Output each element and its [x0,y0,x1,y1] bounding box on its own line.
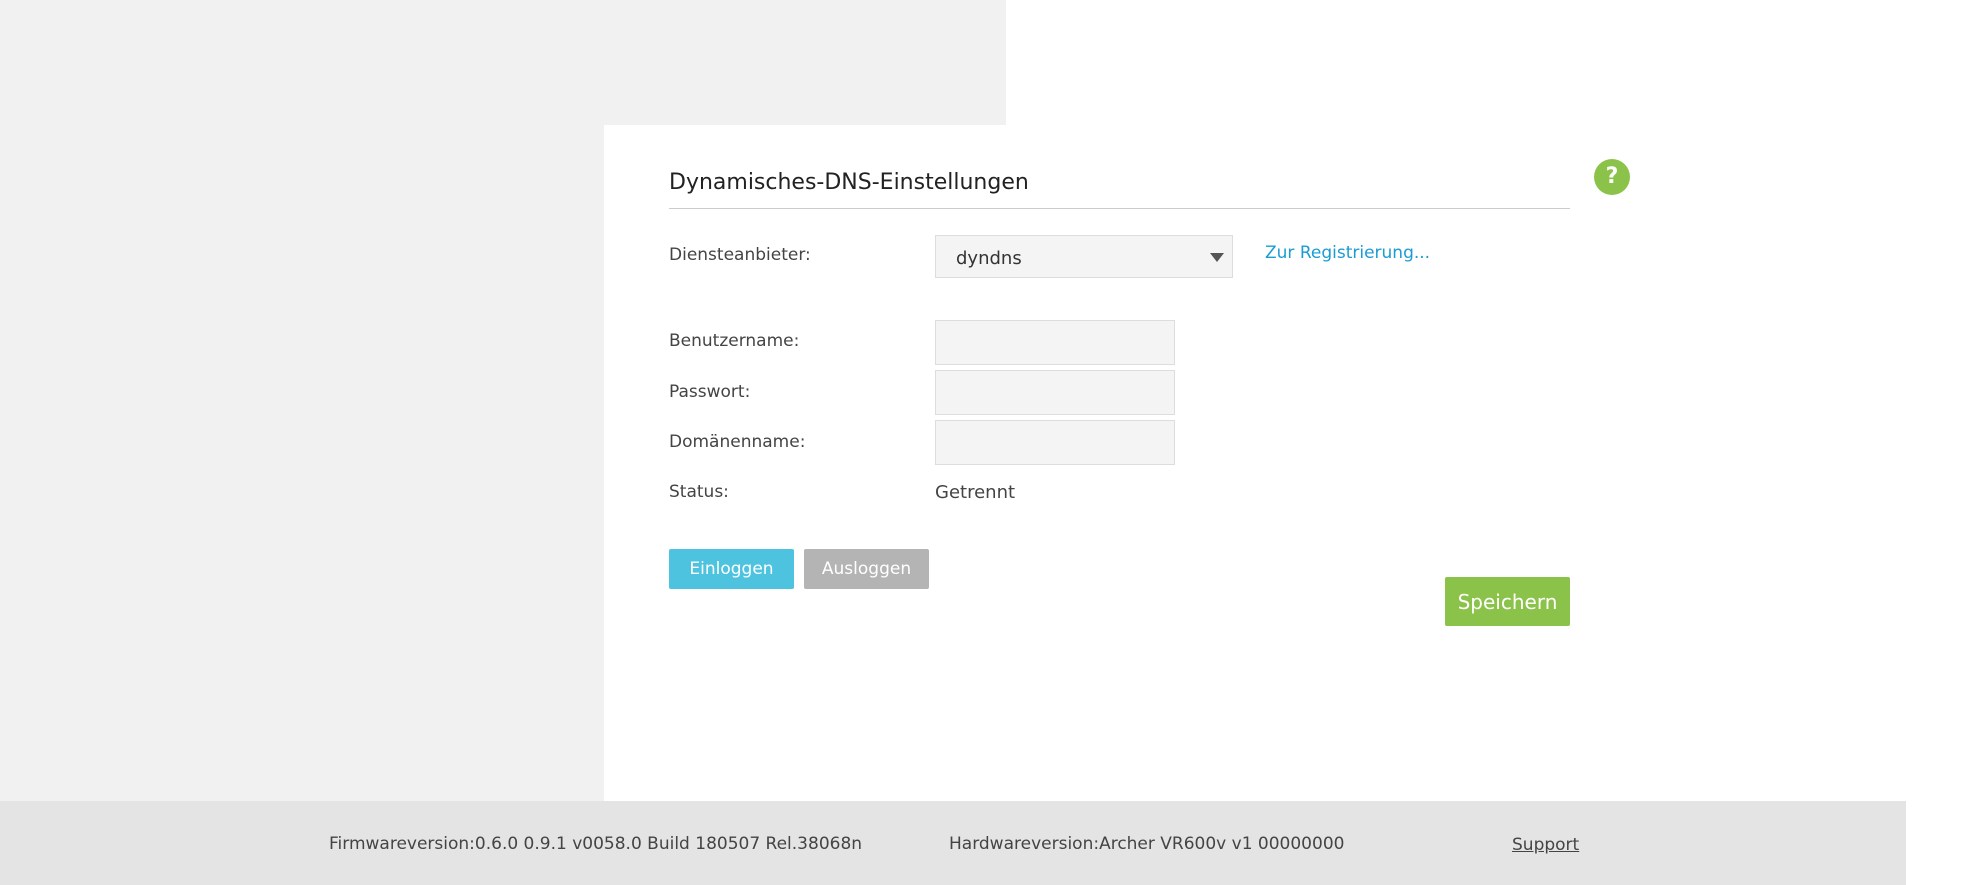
username-input[interactable] [935,320,1175,365]
register-link[interactable]: Zur Registrierung... [1265,243,1430,263]
top-background [604,0,1006,125]
login-button[interactable]: Einloggen [669,549,794,589]
password-input[interactable] [935,370,1175,415]
left-background [0,0,604,801]
settings-panel [604,125,1906,801]
status-value: Getrennt [935,482,1016,503]
hardware-version: Hardwareversion:Archer VR600v v1 0000000… [949,834,1345,854]
password-label: Passwort: [669,382,751,402]
chevron-down-icon [1210,253,1224,262]
firmware-version: Firmwareversion:0.6.0 0.9.1 v0058.0 Buil… [329,834,863,854]
domain-label: Domänenname: [669,432,806,452]
status-label: Status: [669,482,729,502]
domain-input[interactable] [935,420,1175,465]
provider-label: Diensteanbieter: [669,245,811,265]
username-label: Benutzername: [669,331,800,351]
question-mark-icon[interactable]: ? [1594,159,1630,195]
logout-button[interactable]: Ausloggen [804,549,929,589]
provider-select[interactable]: dyndns [935,235,1233,278]
title-divider [669,208,1570,209]
footer: Firmwareversion:0.6.0 0.9.1 v0058.0 Buil… [0,801,1906,885]
support-link[interactable]: Support [1512,835,1579,855]
page-title: Dynamisches-DNS-Einstellungen [669,170,1029,195]
provider-select-value: dyndns [956,248,1022,269]
save-button[interactable]: Speichern [1445,577,1570,626]
